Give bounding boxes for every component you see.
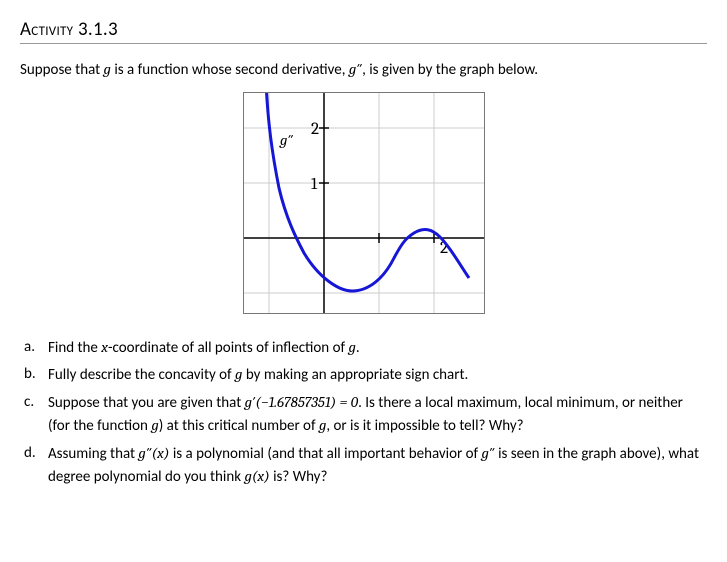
ytick-2: 2	[311, 120, 319, 139]
chart-ticks	[319, 128, 434, 243]
question-a: Find the x-coordinate of all points of i…	[20, 336, 707, 360]
series-label-text: g″	[279, 131, 293, 149]
qc-pre: Suppose that you are given that	[48, 394, 245, 412]
activity-number: 3.1.3	[78, 18, 118, 41]
chart-axes	[244, 93, 484, 313]
intro-fn2: g″	[349, 60, 362, 78]
activity-label: Activity	[20, 18, 73, 41]
activity-header: Activity 3.1.3	[20, 18, 707, 44]
intro-fn: g	[104, 60, 111, 78]
intro-mid: is a function whose second derivative,	[111, 61, 349, 79]
chart-series-label: g″	[279, 131, 293, 149]
qd-pre: Assuming that	[48, 445, 138, 463]
qd-expr3: g(x)	[244, 467, 269, 485]
qa-pre: Find the	[48, 339, 101, 357]
intro-text: Suppose that g is a function whose secon…	[20, 59, 707, 82]
qc-end: , or is it impossible to tell? Why?	[326, 417, 523, 435]
chart-curve	[266, 92, 469, 291]
qd-expr2: g″	[482, 444, 495, 462]
qc-mid2: ) at this critical number of	[159, 417, 319, 435]
qc-expr: g′(−1.67857351) = 0	[245, 393, 358, 411]
qa-end: .	[356, 339, 360, 357]
question-c: Suppose that you are given that g′(−1.67…	[20, 391, 707, 438]
qc-g: g	[151, 416, 158, 434]
ytick-1: 1	[311, 175, 318, 194]
qa-g: g	[348, 338, 355, 356]
qd-expr: g″(x)	[138, 444, 169, 462]
chart-grid	[244, 93, 484, 313]
question-list: Find the x-coordinate of all points of i…	[20, 336, 707, 489]
chart-container: 2 1 2 g″	[20, 92, 707, 314]
qd-end: is? Why?	[270, 468, 328, 486]
qd-mid: is a polynomial (and that all important …	[169, 445, 481, 463]
question-d: Assuming that g″(x) is a polynomial (and…	[20, 442, 707, 489]
qa-xvar: x	[101, 338, 108, 356]
qb-pre: Fully describe the concavity of	[48, 366, 235, 384]
intro-post: , is given by the graph below.	[362, 61, 538, 79]
question-b: Fully describe the concavity of g by mak…	[20, 363, 707, 387]
qa-post1: -coordinate of all points of inflection …	[108, 339, 349, 357]
qb-post: by making an appropriate sign chart.	[242, 366, 468, 384]
intro-pre: Suppose that	[20, 61, 104, 79]
chart-svg: 2 1 2 g″	[243, 92, 485, 314]
